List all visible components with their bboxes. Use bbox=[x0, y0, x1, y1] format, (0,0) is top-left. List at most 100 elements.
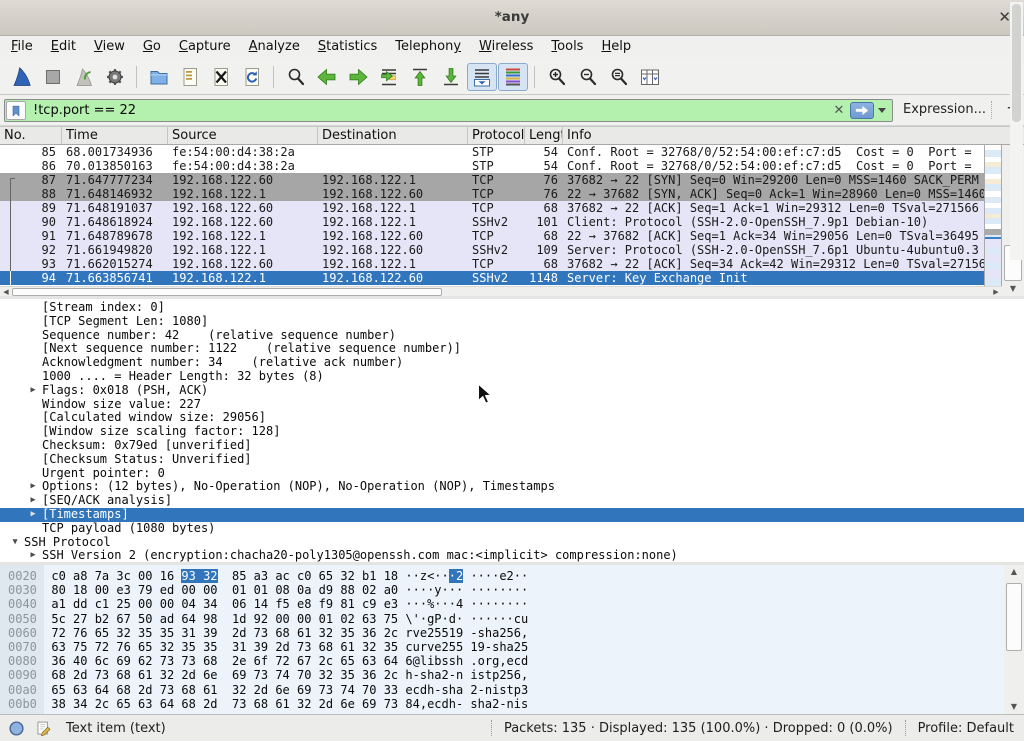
detail-line[interactable]: ▶SSH Version 2 (encryption:chacha20-poly… bbox=[0, 549, 1024, 562]
expander-closed-icon[interactable]: ▶ bbox=[24, 549, 42, 562]
packet-row-86[interactable]: 8670.013850163fe:54:00:d4:38:2aSTP54Conf… bbox=[0, 159, 984, 173]
go-forward-button[interactable] bbox=[343, 63, 373, 91]
hex-row-0040[interactable]: 0040 a1 dd c1 25 00 00 04 34 06 14 f5 e8… bbox=[0, 597, 1024, 611]
stop-capture-button[interactable] bbox=[38, 63, 68, 91]
packet-row-91[interactable]: 9171.648789678192.168.122.1192.168.122.6… bbox=[0, 229, 984, 243]
expander-closed-icon[interactable]: ▶ bbox=[24, 480, 42, 494]
start-capture-button[interactable] bbox=[7, 63, 37, 91]
detail-line[interactable]: [Checksum Status: Unverified] bbox=[0, 453, 1024, 467]
column-source[interactable]: Source bbox=[168, 127, 318, 144]
detail-line[interactable]: Sequence number: 42 (relative sequence n… bbox=[0, 329, 1024, 343]
hex-scroll-up-icon[interactable]: ▲ bbox=[1004, 565, 1024, 579]
expander-closed-icon[interactable]: ▶ bbox=[24, 508, 42, 522]
packet-row-92[interactable]: 9271.661949820192.168.122.1192.168.122.6… bbox=[0, 243, 984, 257]
packet-list-header[interactable]: No. Time Source Destination Protocol Len… bbox=[0, 126, 1024, 145]
zoom-out-button[interactable] bbox=[573, 63, 603, 91]
menu-tools[interactable]: Tools bbox=[542, 36, 592, 57]
column-no[interactable]: No. bbox=[0, 127, 62, 144]
hex-row-0020[interactable]: 0020 c0 a8 7a 3c 00 16 93 32 85 a3 ac c0… bbox=[0, 569, 1024, 583]
detail-line[interactable]: [Window size scaling factor: 128] bbox=[0, 425, 1024, 439]
packet-list-hscrollbar[interactable]: ◀ ▶ bbox=[0, 286, 1002, 296]
detail-line[interactable]: [Next sequence number: 1122 (relative se… bbox=[0, 342, 1024, 356]
hex-row-0090[interactable]: 0090 68 2d 73 68 61 32 2d 6e 69 73 74 70… bbox=[0, 668, 1024, 682]
menu-help[interactable]: Help bbox=[592, 36, 640, 57]
menu-statistics[interactable]: Statistics bbox=[309, 36, 386, 57]
save-file-button[interactable] bbox=[175, 63, 205, 91]
menu-analyze[interactable]: Analyze bbox=[240, 36, 309, 57]
detail-line[interactable]: [TCP Segment Len: 1080] bbox=[0, 315, 1024, 329]
zoom-in-button[interactable] bbox=[542, 63, 572, 91]
column-protocol[interactable]: Protocol bbox=[468, 127, 525, 144]
colorize-button[interactable] bbox=[498, 63, 528, 91]
expert-info-icon[interactable] bbox=[8, 720, 25, 737]
menu-edit[interactable]: Edit bbox=[42, 36, 85, 57]
packet-list-minimap[interactable] bbox=[984, 145, 1002, 286]
expander-closed-icon[interactable]: ▶ bbox=[24, 494, 42, 508]
hex-row-00a0[interactable]: 00a0 65 63 64 68 2d 73 68 61 32 2d 6e 69… bbox=[0, 683, 1024, 697]
hex-scrollbar[interactable]: ▲ ▼ bbox=[1004, 565, 1024, 714]
detail-line[interactable]: Window size value: 227 bbox=[0, 398, 1024, 412]
hex-row-0060[interactable]: 0060 72 76 65 32 35 35 31 39 2d 73 68 61… bbox=[0, 626, 1024, 640]
capture-comment-icon[interactable] bbox=[35, 720, 52, 737]
find-packet-button[interactable] bbox=[281, 63, 311, 91]
menu-go[interactable]: Go bbox=[134, 36, 170, 57]
filter-bookmark-icon[interactable] bbox=[6, 101, 26, 120]
hex-row-00b0[interactable]: 00b0 38 34 2c 65 63 64 68 2d 73 68 61 32… bbox=[0, 697, 1024, 711]
detail-line[interactable]: ▼SSH Protocol bbox=[0, 536, 1024, 550]
packet-row-90[interactable]: 9071.648618924192.168.122.60192.168.122.… bbox=[0, 215, 984, 229]
packet-row-94[interactable]: 9471.663856741192.168.122.1192.168.122.6… bbox=[0, 271, 984, 285]
detail-line[interactable]: [Stream index: 0] bbox=[0, 301, 1024, 315]
hex-row-0030[interactable]: 0030 80 18 00 e3 79 ed 00 00 01 01 08 0a… bbox=[0, 583, 1024, 597]
details-scrollbar[interactable] bbox=[1010, 2, 1023, 260]
hex-scroll-down-icon[interactable]: ▼ bbox=[1004, 700, 1024, 714]
column-time[interactable]: Time bbox=[62, 127, 168, 144]
menu-wireless[interactable]: Wireless bbox=[470, 36, 542, 57]
hscroll-thumb[interactable] bbox=[12, 288, 442, 296]
detail-line[interactable]: ▶Options: (12 bytes), No-Operation (NOP)… bbox=[0, 480, 1024, 494]
hex-row-0070[interactable]: 0070 63 75 72 76 65 32 35 35 31 39 2d 73… bbox=[0, 640, 1024, 654]
menu-capture[interactable]: Capture bbox=[170, 36, 240, 57]
expander-closed-icon[interactable]: ▶ bbox=[24, 384, 42, 398]
detail-line[interactable]: Checksum: 0x79ed [unverified] bbox=[0, 439, 1024, 453]
detail-line[interactable]: ▶[SEQ/ACK analysis] bbox=[0, 494, 1024, 508]
menu-telephony[interactable]: Telephony bbox=[386, 36, 470, 57]
detail-line[interactable]: Urgent pointer: 0 bbox=[0, 467, 1024, 481]
display-filter-input[interactable]: !tcp.port == 22 ✕ bbox=[4, 99, 893, 122]
detail-line[interactable]: [Calculated window size: 29056] bbox=[0, 411, 1024, 425]
hex-row-0050[interactable]: 0050 5c 27 b2 67 50 ad 64 98 1d 92 00 00… bbox=[0, 612, 1024, 626]
packet-row-88[interactable]: 8871.648146932192.168.122.1192.168.122.6… bbox=[0, 187, 984, 201]
packet-row-85[interactable]: 8568.001734936fe:54:00:d4:38:2aSTP54Conf… bbox=[0, 145, 984, 159]
hex-scroll-thumb[interactable] bbox=[1006, 583, 1022, 651]
resize-columns-button[interactable] bbox=[635, 63, 665, 91]
go-to-packet-button[interactable] bbox=[374, 63, 404, 91]
hex-row-0080[interactable]: 0080 36 40 6c 69 62 73 73 68 2e 6f 72 67… bbox=[0, 654, 1024, 668]
scroll-down-icon[interactable]: ▼ bbox=[1002, 282, 1024, 296]
filter-clear-icon[interactable]: ✕ bbox=[830, 103, 848, 118]
packet-row-93[interactable]: 9371.662015274192.168.122.60192.168.122.… bbox=[0, 257, 984, 271]
detail-line[interactable]: Acknowledgment number: 34 (relative ack … bbox=[0, 356, 1024, 370]
go-to-last-button[interactable] bbox=[436, 63, 466, 91]
open-file-button[interactable] bbox=[144, 63, 174, 91]
packet-row-87[interactable]: 8771.647777234192.168.122.60192.168.122.… bbox=[0, 173, 984, 187]
menu-view[interactable]: View bbox=[85, 36, 134, 57]
expression-button[interactable]: Expression... bbox=[903, 102, 986, 117]
column-info[interactable]: Info bbox=[563, 127, 1024, 144]
filter-text[interactable]: !tcp.port == 22 bbox=[26, 103, 830, 118]
column-length[interactable]: Length bbox=[525, 127, 563, 144]
reload-file-button[interactable] bbox=[237, 63, 267, 91]
filter-dropdown-icon[interactable] bbox=[878, 108, 886, 113]
title-bar[interactable]: *any ✕ bbox=[0, 0, 1024, 36]
go-back-button[interactable] bbox=[312, 63, 342, 91]
detail-line[interactable]: 1000 .... = Header Length: 32 bytes (8) bbox=[0, 370, 1024, 384]
filter-apply-button[interactable] bbox=[850, 102, 874, 119]
details-scroll-thumb[interactable] bbox=[1012, 4, 1021, 122]
detail-line[interactable]: ▶Flags: 0x018 (PSH, ACK) bbox=[0, 384, 1024, 398]
go-to-first-button[interactable] bbox=[405, 63, 435, 91]
menu-file[interactable]: File bbox=[2, 36, 42, 57]
profile-text[interactable]: Profile: Default bbox=[918, 721, 1014, 736]
restart-capture-button[interactable] bbox=[69, 63, 99, 91]
detail-line[interactable]: TCP payload (1080 bytes) bbox=[0, 522, 1024, 536]
zoom-reset-button[interactable] bbox=[604, 63, 634, 91]
column-destination[interactable]: Destination bbox=[318, 127, 468, 144]
packet-row-89[interactable]: 8971.648191037192.168.122.60192.168.122.… bbox=[0, 201, 984, 215]
